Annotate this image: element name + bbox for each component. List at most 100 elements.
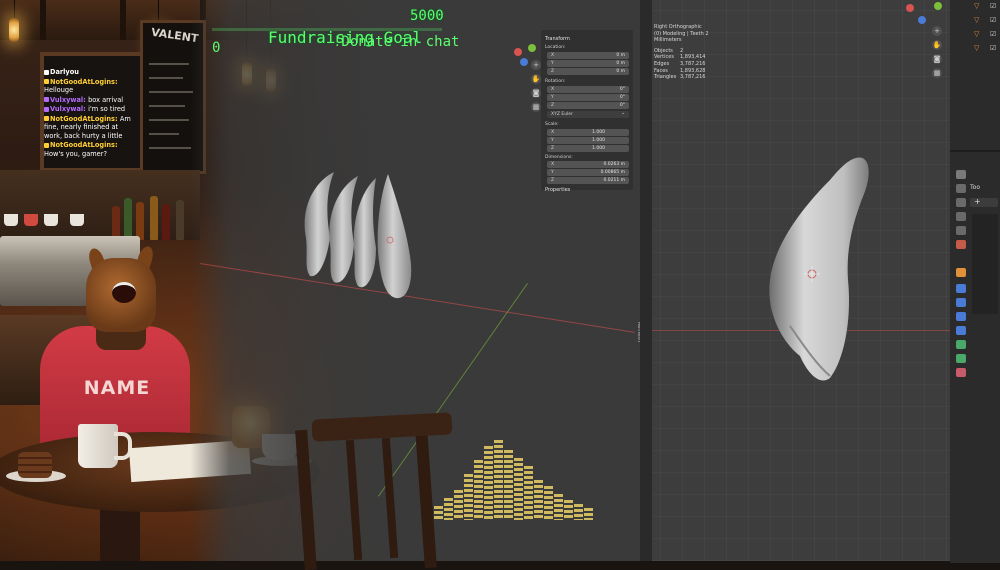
particles-icon[interactable] — [956, 298, 966, 307]
badge-icon — [44, 97, 49, 102]
location-y-field[interactable]: Y0 m — [547, 60, 629, 67]
visualizer-bar — [524, 466, 533, 520]
badge-icon — [44, 69, 49, 75]
area-divider[interactable] — [640, 0, 652, 561]
visualizer-bar — [494, 440, 503, 520]
lamp-cord — [14, 0, 15, 18]
gizmo-x-dot[interactable] — [514, 48, 522, 56]
chat-username: NotGoodAtLogins: — [50, 77, 118, 86]
bottle-shelf — [0, 170, 200, 240]
cup — [44, 214, 58, 226]
dimensions-z-field[interactable]: Z 0.0211 m — [547, 177, 629, 184]
menu-line — [149, 133, 179, 135]
bottle — [112, 206, 120, 240]
constraints-icon[interactable] — [956, 326, 966, 335]
world-icon[interactable] — [956, 240, 966, 249]
hand-icon[interactable]: ✋ — [531, 74, 541, 84]
gizmo-y-dot[interactable] — [934, 2, 942, 10]
transform-header[interactable]: Transform — [545, 36, 570, 42]
scale-z-field[interactable]: Z 1.000 — [547, 145, 629, 152]
gizmo-z-dot[interactable] — [918, 16, 926, 24]
object-icon[interactable] — [956, 268, 966, 277]
stream-chat: Darlyou NotGoodAtLogins: Hellouge Vulxywal… — [44, 68, 136, 159]
collection-name: (0) Modeling | Teeth 2 — [654, 30, 709, 37]
properties-header[interactable]: Properties — [545, 187, 570, 193]
zoom-icon[interactable]: + — [531, 60, 541, 70]
chat-username: Vulxywal: — [50, 95, 89, 104]
visualizer-bar — [574, 504, 583, 520]
checkbox-icon[interactable]: ☑ — [990, 44, 996, 52]
data-icon[interactable] — [956, 340, 966, 349]
visualizer-bar — [474, 460, 483, 520]
chat-username: Darlyou — [50, 68, 79, 76]
rotation-z-field[interactable]: Z 0° — [547, 102, 629, 109]
checkbox-icon[interactable]: ☑ — [990, 16, 996, 24]
sidebar-transform-panel[interactable]: Transform Location: X0 m Y0 m Z0 m Rotat… — [541, 30, 633, 193]
camera-icon[interactable]: ◙ — [531, 88, 541, 98]
stat-row: Faces 1,893,628 — [654, 67, 706, 74]
rotation-mode-dropdown[interactable]: XYZ Euler ⌄ — [547, 111, 629, 118]
collection-icon[interactable]: ▽ — [974, 2, 979, 10]
properties-header: Too — [970, 184, 980, 191]
material-icon[interactable] — [956, 354, 966, 363]
viewport-stats: Right Orthographic (0) Modeling | Teeth … — [654, 24, 774, 81]
scale-label: Scale: — [545, 122, 559, 127]
character-mouth — [112, 282, 136, 303]
pancake-stack — [18, 452, 52, 478]
gizmo-x-dot[interactable] — [906, 4, 914, 12]
grid-icon[interactable]: ▦ — [932, 68, 942, 78]
tool-list[interactable] — [972, 214, 998, 314]
collection-icon[interactable]: ▽ — [974, 16, 979, 24]
chat-message: Darlyou — [44, 68, 136, 77]
gizmo-y-dot[interactable] — [528, 44, 536, 52]
grid-icon[interactable]: ▦ — [531, 102, 541, 112]
scale-y-field[interactable]: Y 1.000 — [547, 137, 629, 144]
chat-message: NotGoodAtLogins: How's you, gamer? — [44, 141, 136, 158]
view-layer-icon[interactable] — [956, 212, 966, 221]
scene-icon[interactable] — [956, 226, 966, 235]
visualizer-bar — [554, 494, 563, 520]
coffee-mug — [78, 424, 118, 468]
ceiling-beam — [120, 0, 126, 40]
hoodie-print: NAME — [83, 377, 151, 399]
fang-model[interactable] — [760, 150, 880, 390]
tooth — [304, 172, 334, 277]
bottle — [150, 196, 158, 240]
rotation-x-field[interactable]: X 0° — [547, 86, 629, 93]
rotation-y-field[interactable]: Y 0° — [547, 94, 629, 101]
gizmo-z-dot[interactable] — [520, 58, 528, 66]
render-icon[interactable] — [956, 184, 966, 193]
collection-icon[interactable]: ▽ — [974, 30, 979, 38]
location-x-field[interactable]: X0 m — [547, 52, 629, 59]
outliner-panel[interactable]: ▽ ▽ ▽ ▽ ☑ ☑ ☑ ☑ — [950, 0, 1000, 150]
camera-icon[interactable]: ◙ — [932, 54, 942, 64]
badge-icon — [44, 116, 49, 121]
add-button[interactable]: + — [970, 197, 998, 207]
texture-icon[interactable] — [956, 368, 966, 377]
teeth-model[interactable] — [296, 168, 426, 303]
menu-line — [149, 147, 191, 149]
collection-icon[interactable]: ▽ — [974, 44, 979, 52]
wrench-icon[interactable] — [956, 284, 966, 293]
visualizer-bar — [434, 506, 443, 520]
location-z-field[interactable]: Z0 m — [547, 68, 629, 75]
tooth — [353, 178, 376, 288]
output-icon[interactable] — [956, 198, 966, 207]
stat-row: Vertices 1,893,414 — [654, 54, 706, 61]
scale-x-field[interactable]: X 1.000 — [547, 129, 629, 136]
physics-icon[interactable] — [956, 312, 966, 321]
dimensions-x-field[interactable]: X 0.0263 m — [547, 161, 629, 168]
visualizer-bar — [564, 500, 573, 520]
hand-icon[interactable]: ✋ — [932, 40, 942, 50]
dimensions-y-field[interactable]: Y 0.00865 m — [547, 169, 629, 176]
chat-message: NotGoodAtLogins: Hellouge — [44, 78, 136, 95]
menu-line — [149, 105, 185, 107]
tool-icon[interactable] — [956, 170, 966, 179]
chat-text: Hellouge — [44, 86, 74, 94]
checkbox-icon[interactable]: ☑ — [990, 2, 996, 10]
goal-start: 0 — [212, 40, 221, 56]
goal-target: 5000 — [410, 8, 444, 24]
checkbox-icon[interactable]: ☑ — [990, 30, 996, 38]
zoom-icon[interactable]: + — [932, 26, 942, 36]
menu-line — [149, 119, 189, 121]
